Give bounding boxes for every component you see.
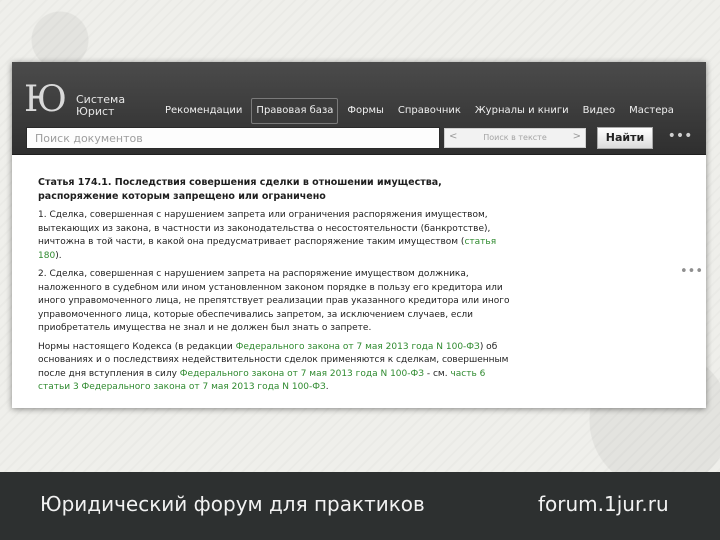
- article-content: Статья 174.1. Последствия совершения сде…: [38, 176, 518, 400]
- paragraph-1-end: ).: [55, 250, 62, 261]
- logo-mark: Ю: [24, 79, 67, 120]
- find-button[interactable]: Найти: [597, 127, 653, 149]
- nav-item-forms[interactable]: Формы: [342, 98, 389, 124]
- logo-text: Система Юрист: [76, 94, 125, 118]
- footer-site-link[interactable]: forum.1jur.ru: [538, 492, 669, 516]
- nav-item-video[interactable]: Видео: [578, 98, 621, 124]
- nav-item-legal-base[interactable]: Правовая база: [251, 98, 339, 124]
- app-header: Ю Система Юрист Рекомендации Правовая ба…: [12, 62, 706, 155]
- paragraph-1-text: 1. Сделка, совершенная с нарушением запр…: [38, 210, 491, 247]
- footer-banner: Юридический форум для практиков forum.1j…: [0, 472, 720, 540]
- context-next-button[interactable]: >: [573, 131, 581, 142]
- link-federal-law-2[interactable]: Федерального закона от 7 мая 2013 года N…: [180, 369, 424, 379]
- main-nav: Рекомендации Правовая база Формы Справоч…: [160, 98, 679, 124]
- article-paragraph-1: 1. Сделка, совершенная с нарушением запр…: [38, 209, 518, 263]
- article-title: Статья 174.1. Последствия совершения сде…: [38, 177, 442, 202]
- logo-line2: Юрист: [76, 105, 115, 118]
- logo[interactable]: Ю Система Юрист: [24, 78, 134, 122]
- search-input[interactable]: Поиск документов: [26, 127, 440, 149]
- more-icon[interactable]: •••: [662, 127, 698, 149]
- context-prev-button[interactable]: <: [449, 131, 457, 142]
- context-search[interactable]: < Поиск в тексте >: [444, 128, 586, 148]
- note-text-c: - см.: [424, 368, 451, 379]
- note-text-d: .: [325, 382, 329, 392]
- nav-item-reference[interactable]: Справочник: [393, 98, 466, 124]
- nav-item-recommendations[interactable]: Рекомендации: [160, 98, 247, 124]
- article-note: Нормы настоящего Кодекса (в редакции Фед…: [38, 341, 518, 395]
- side-dots-icon: •••: [680, 264, 704, 279]
- context-search-label: Поиск в тексте: [483, 133, 547, 142]
- footer-slogan: Юридический форум для практиков: [40, 492, 425, 516]
- nav-item-journals[interactable]: Журналы и книги: [470, 98, 574, 124]
- note-text-a: Нормы настоящего Кодекса (в редакции: [38, 341, 236, 352]
- link-federal-law-1[interactable]: Федерального закона от 7 мая 2013 года N…: [236, 342, 480, 352]
- app-window: Ю Система Юрист Рекомендации Правовая ба…: [12, 62, 706, 408]
- article-paragraph-2: 2. Сделка, совершенная с нарушением запр…: [38, 269, 510, 333]
- nav-item-wizards[interactable]: Мастера: [624, 98, 679, 124]
